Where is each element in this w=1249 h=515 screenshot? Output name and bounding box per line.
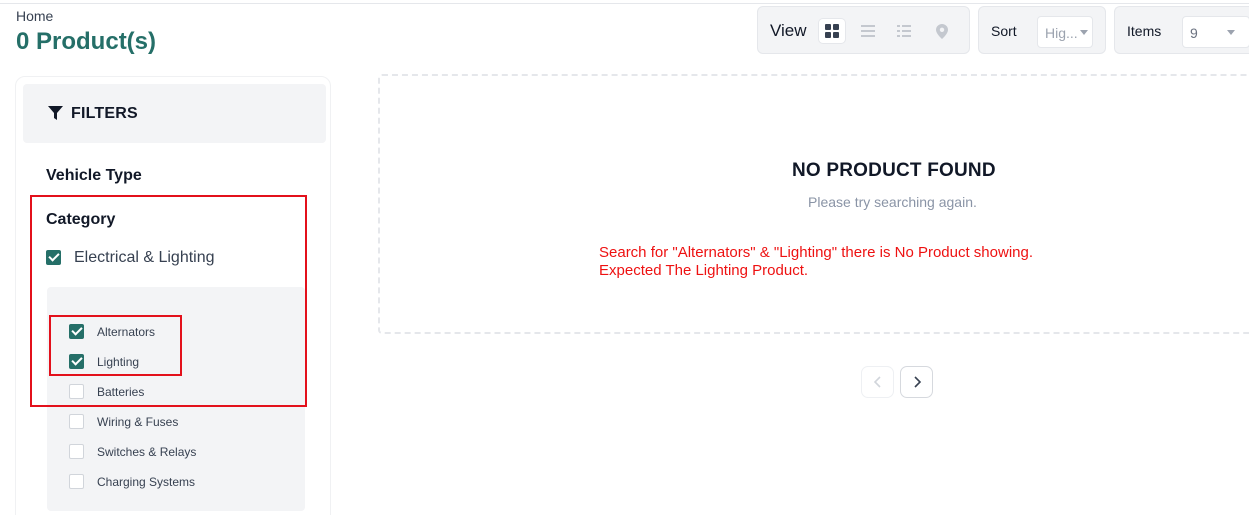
pagination-next-button[interactable] xyxy=(900,366,933,398)
compact-list-view-button[interactable] xyxy=(891,19,917,43)
sort-label: Sort xyxy=(991,23,1017,39)
view-label: View xyxy=(770,21,807,40)
chevron-right-icon xyxy=(913,376,921,388)
list-view-button[interactable] xyxy=(855,19,881,43)
subcategory-label: Charging Systems xyxy=(97,475,196,489)
grid-icon xyxy=(825,24,839,38)
annotation-text-line-2: Expected The Lighting Product. xyxy=(599,262,809,279)
map-view-button[interactable] xyxy=(929,19,955,43)
annotation-text-line-1: Search for "Alternators" & "Lighting" th… xyxy=(599,244,1034,261)
items-selected-value: 9 xyxy=(1190,25,1198,41)
map-pin-icon xyxy=(936,23,948,39)
pagination-prev-button[interactable] xyxy=(861,366,894,398)
empty-state-title: NO PRODUCT FOUND xyxy=(792,160,996,181)
items-label: Items xyxy=(1127,23,1162,39)
list-icon xyxy=(861,25,875,37)
compact-list-icon xyxy=(897,25,911,37)
filters-title: FILTERS xyxy=(71,105,138,122)
sort-select[interactable]: Hig... xyxy=(1037,16,1093,48)
page-title: 0 Product(s) xyxy=(16,28,157,55)
sort-toolbar: Sort Hig... xyxy=(978,6,1106,54)
sort-selected-value: Hig... xyxy=(1045,25,1078,41)
items-toolbar: Items 9 xyxy=(1114,6,1249,54)
empty-state-subtitle: Please try searching again. xyxy=(808,194,977,210)
annotation-highlight-selected-subcategories xyxy=(49,315,182,376)
filters-header: FILTERS xyxy=(23,84,326,143)
subcategory-label: Wiring & Fuses xyxy=(97,415,179,429)
chevron-down-icon xyxy=(1227,30,1235,35)
items-per-page-select[interactable]: 9 xyxy=(1182,16,1249,48)
checkbox-switches-relays[interactable] xyxy=(69,444,84,459)
chevron-left-icon xyxy=(873,376,881,388)
checkbox-charging-systems[interactable] xyxy=(69,474,84,489)
checkbox-wiring-fuses[interactable] xyxy=(69,414,84,429)
breadcrumb-home[interactable]: Home xyxy=(16,8,53,24)
view-toolbar: View xyxy=(757,6,970,54)
chevron-down-icon xyxy=(1080,30,1088,35)
top-border xyxy=(0,0,1249,4)
grid-view-button[interactable] xyxy=(819,19,845,43)
subcategory-label: Switches & Relays xyxy=(97,445,197,459)
filter-section-vehicle-type[interactable]: Vehicle Type xyxy=(46,167,142,185)
filter-icon xyxy=(48,106,63,120)
